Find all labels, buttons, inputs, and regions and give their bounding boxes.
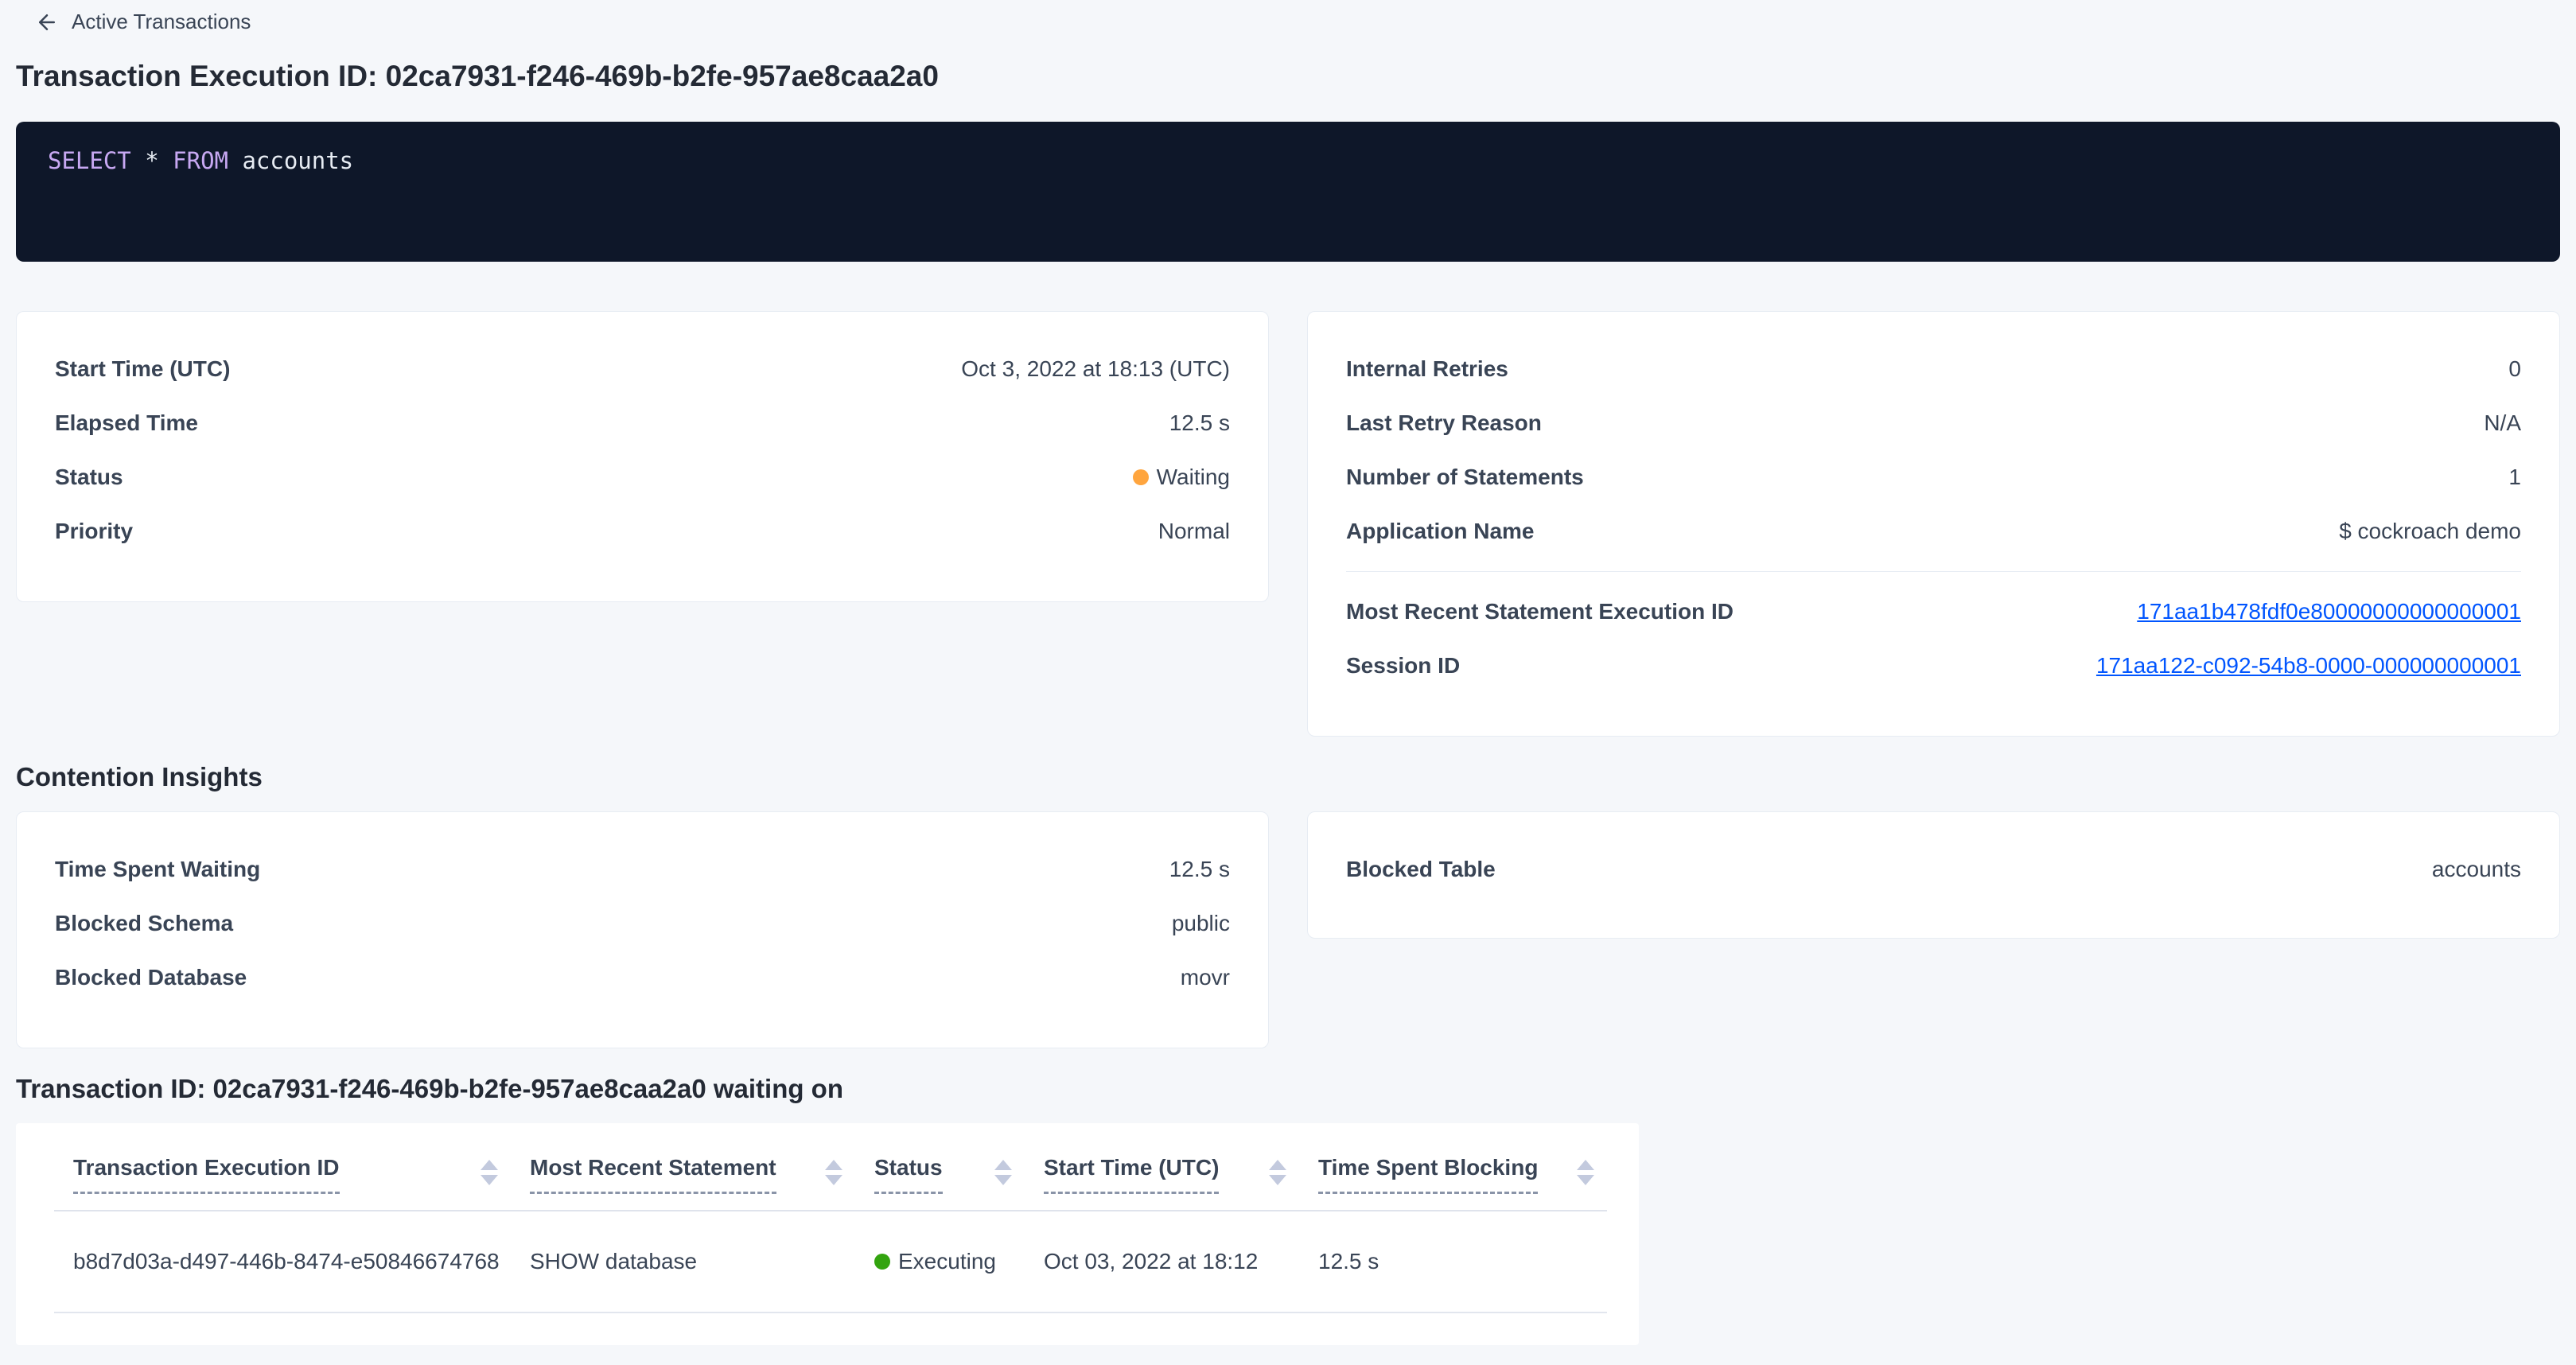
statement-execution-id-label: Most Recent Statement Execution ID [1346, 599, 1734, 624]
contention-insights-heading: Contention Insights [16, 762, 2576, 792]
priority-value: Normal [1158, 519, 1230, 544]
executing-status-dot-icon [874, 1254, 890, 1270]
blocked-schema-row: Blocked Schema public [55, 896, 1230, 951]
blocked-table-label: Blocked Table [1346, 857, 1496, 882]
breadcrumb-active-transactions[interactable]: Active Transactions [0, 0, 251, 34]
blocked-schema-label: Blocked Schema [55, 911, 233, 936]
sort-icon[interactable] [1269, 1160, 1286, 1185]
sort-icon[interactable] [1577, 1160, 1594, 1185]
column-label-transaction-execution-id[interactable]: Transaction Execution ID [73, 1155, 340, 1194]
cell-start-time: Oct 03, 2022 at 18:12 [1025, 1211, 1299, 1312]
contention-card-right: Blocked Table accounts [1307, 811, 2560, 939]
card-divider [1346, 571, 2521, 572]
last-retry-reason-value: N/A [2484, 410, 2521, 436]
blocked-table-row: Blocked Table accounts [1346, 842, 2521, 896]
sql-keyword-from: FROM [173, 147, 228, 174]
sql-statement-box: SELECT * FROM accounts [16, 122, 2560, 262]
elapsed-time-row: Elapsed Time 12.5 s [55, 396, 1230, 450]
column-header-most-recent-statement[interactable]: Most Recent Statement [511, 1155, 855, 1211]
start-time-row: Start Time (UTC) Oct 3, 2022 at 18:13 (U… [55, 342, 1230, 396]
sql-keyword-select: SELECT [48, 147, 131, 174]
sort-icon[interactable] [994, 1160, 1012, 1185]
cell-status-text: Executing [898, 1249, 996, 1274]
table-row: b8d7d03a-d497-446b-8474-e50846674768 SHO… [54, 1211, 1607, 1312]
priority-label: Priority [55, 519, 133, 544]
time-spent-waiting-value: 12.5 s [1169, 857, 1230, 882]
cell-time-spent-blocking: 12.5 s [1299, 1211, 1607, 1312]
elapsed-time-value: 12.5 s [1169, 410, 1230, 436]
contention-card-left: Time Spent Waiting 12.5 s Blocked Schema… [16, 811, 1269, 1048]
sql-table-name: accounts [228, 147, 353, 174]
internal-retries-value: 0 [2508, 356, 2521, 382]
waiting-on-table: Transaction Execution ID Most Recent Sta… [54, 1155, 1607, 1313]
sort-icon[interactable] [825, 1160, 842, 1185]
application-name-value: $ cockroach demo [2339, 519, 2521, 544]
column-header-time-spent-blocking[interactable]: Time Spent Blocking [1299, 1155, 1607, 1211]
waiting-on-heading: Transaction ID: 02ca7931-f246-469b-b2fe-… [16, 1074, 2576, 1104]
column-header-status[interactable]: Status [855, 1155, 1025, 1211]
column-label-start-time[interactable]: Start Time (UTC) [1044, 1155, 1219, 1194]
cell-transaction-execution-id: b8d7d03a-d497-446b-8474-e50846674768 [54, 1211, 511, 1312]
start-time-value: Oct 3, 2022 at 18:13 (UTC) [961, 356, 1230, 382]
sort-icon[interactable] [481, 1160, 498, 1185]
status-row: Status Waiting [55, 450, 1230, 504]
blocked-table-value: accounts [2432, 857, 2521, 882]
application-name-row: Application Name $ cockroach demo [1346, 504, 2521, 558]
last-retry-reason-label: Last Retry Reason [1346, 410, 1542, 436]
blocked-database-row: Blocked Database movr [55, 951, 1230, 1005]
application-name-label: Application Name [1346, 519, 1534, 544]
cell-status: Executing [855, 1211, 1025, 1312]
statement-execution-id-row: Most Recent Statement Execution ID 171aa… [1346, 585, 2521, 639]
summary-cards-row: Start Time (UTC) Oct 3, 2022 at 18:13 (U… [16, 311, 2560, 737]
time-spent-waiting-label: Time Spent Waiting [55, 857, 260, 882]
start-time-label: Start Time (UTC) [55, 356, 230, 382]
internal-retries-row: Internal Retries 0 [1346, 342, 2521, 396]
number-of-statements-label: Number of Statements [1346, 465, 1584, 490]
waiting-status-dot-icon [1133, 469, 1149, 485]
back-arrow-icon [35, 10, 59, 34]
session-id-label: Session ID [1346, 653, 1460, 679]
contention-cards-row: Time Spent Waiting 12.5 s Blocked Schema… [16, 811, 2560, 1048]
status-value: Waiting [1133, 465, 1230, 490]
session-id-link[interactable]: 171aa122-c092-54b8-0000-000000000001 [2096, 653, 2521, 679]
column-header-start-time[interactable]: Start Time (UTC) [1025, 1155, 1299, 1211]
blocked-database-value: movr [1181, 965, 1230, 990]
transaction-details-page: Active Transactions Transaction Executio… [0, 0, 2576, 1345]
blocked-database-label: Blocked Database [55, 965, 247, 990]
statement-execution-id-link[interactable]: 171aa1b478fdf0e80000000000000001 [2137, 599, 2521, 624]
page-title: Transaction Execution ID: 02ca7931-f246-… [16, 60, 2576, 93]
internal-retries-label: Internal Retries [1346, 356, 1508, 382]
blocked-schema-value: public [1172, 911, 1230, 936]
cell-most-recent-statement: SHOW database [511, 1211, 855, 1312]
time-spent-waiting-row: Time Spent Waiting 12.5 s [55, 842, 1230, 896]
column-header-transaction-execution-id[interactable]: Transaction Execution ID [54, 1155, 511, 1211]
number-of-statements-row: Number of Statements 1 [1346, 450, 2521, 504]
table-header-row: Transaction Execution ID Most Recent Sta… [54, 1155, 1607, 1211]
column-label-status[interactable]: Status [874, 1155, 943, 1194]
priority-row: Priority Normal [55, 504, 1230, 558]
sql-star: * [131, 147, 173, 174]
last-retry-reason-row: Last Retry Reason N/A [1346, 396, 2521, 450]
column-label-time-spent-blocking[interactable]: Time Spent Blocking [1318, 1155, 1538, 1194]
session-id-row: Session ID 171aa122-c092-54b8-0000-00000… [1346, 639, 2521, 693]
transaction-summary-card-left: Start Time (UTC) Oct 3, 2022 at 18:13 (U… [16, 311, 1269, 602]
waiting-on-table-card: Transaction Execution ID Most Recent Sta… [16, 1123, 1639, 1345]
elapsed-time-label: Elapsed Time [55, 410, 198, 436]
status-label: Status [55, 465, 123, 490]
sql-statement: SELECT * FROM accounts [48, 147, 353, 174]
column-label-most-recent-statement[interactable]: Most Recent Statement [530, 1155, 776, 1194]
number-of-statements-value: 1 [2508, 465, 2521, 490]
transaction-summary-card-right: Internal Retries 0 Last Retry Reason N/A… [1307, 311, 2560, 737]
status-value-text: Waiting [1157, 465, 1230, 490]
breadcrumb-label: Active Transactions [72, 10, 251, 34]
